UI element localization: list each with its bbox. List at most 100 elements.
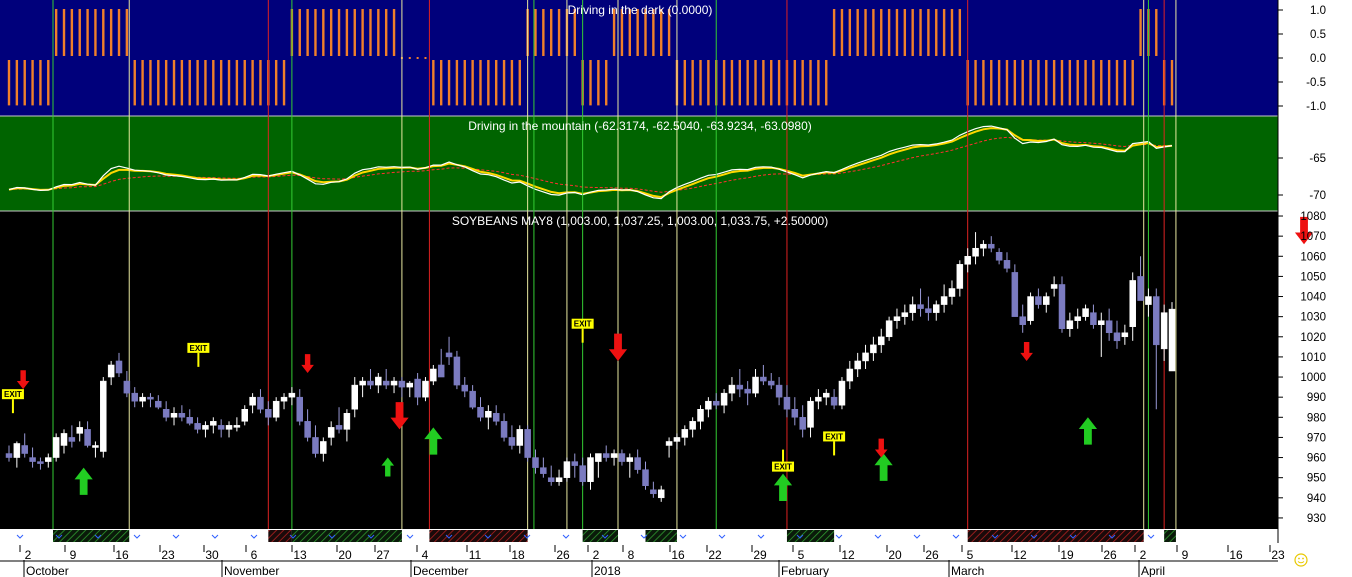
price-y-tick: 1080 (1300, 211, 1326, 223)
oscillator-bar (274, 60, 278, 106)
candle (634, 457, 641, 470)
x-month-label: April (1141, 564, 1165, 577)
candle (492, 413, 500, 422)
candle (830, 396, 838, 406)
x-month-label: November (224, 564, 279, 577)
oscillator-bar (235, 60, 239, 106)
candle (1074, 316, 1081, 321)
candle (807, 400, 814, 428)
candle (728, 384, 736, 394)
exit-label: EXIT (189, 344, 207, 353)
candle (720, 392, 728, 406)
candle (422, 380, 429, 398)
price-y-tick: 1070 (1300, 231, 1326, 243)
price-panel-title: SOYBEANS MAY8 (1,003.00, 1,037.25, 1,003… (452, 214, 828, 228)
exit-label: EXIT (774, 463, 792, 472)
oscillator-bar (455, 60, 459, 106)
price-y-tick: 970 (1307, 432, 1326, 444)
x-day-label: 20 (338, 548, 352, 562)
candle (744, 388, 751, 394)
oscillator-bar (927, 9, 930, 56)
candle (257, 396, 264, 410)
x-day-label: 4 (422, 548, 429, 562)
candle (52, 437, 60, 458)
oscillator-bar (117, 9, 121, 56)
oscillator-bar (487, 60, 490, 106)
x-day-label: 12 (841, 548, 855, 562)
short-signal-hatch (268, 530, 292, 542)
exit-label: EXIT (574, 320, 592, 329)
oscillator-bar (377, 9, 380, 56)
mountain-y-tick: -65 (1309, 153, 1326, 165)
price-y-tick: 1060 (1300, 251, 1326, 263)
candle (657, 489, 665, 499)
candle (681, 429, 689, 438)
oscillator-bar (864, 9, 867, 56)
candle (123, 380, 131, 394)
candle (571, 461, 579, 466)
oscillator-bar (251, 60, 254, 106)
candle (712, 400, 720, 406)
candle (650, 489, 657, 495)
candle (948, 288, 956, 297)
x-day-label: 5 (798, 548, 805, 562)
oscillator-bar (337, 9, 341, 56)
oscillator-bar (1068, 60, 1072, 106)
price-y-tick: 1030 (1300, 312, 1326, 324)
oscillator-bar (817, 60, 820, 106)
long-signal-hatch (53, 530, 130, 542)
candle (1011, 272, 1019, 317)
candle (382, 380, 390, 386)
candle (1003, 260, 1011, 269)
oscillator-bar (23, 60, 26, 106)
x-day-label: 23 (1271, 548, 1285, 562)
oscillator-bar (1029, 60, 1032, 106)
long-signal-hatch (291, 530, 402, 542)
price-y-tick: 1020 (1300, 332, 1326, 344)
x-month-label: March (951, 564, 984, 577)
candle (940, 296, 948, 305)
exit-label: EXIT (4, 390, 22, 399)
oscillator-bar (384, 9, 388, 56)
oscillator-bar (762, 60, 765, 106)
oscillator-bar (15, 60, 19, 106)
mountain-y-tick: -70 (1309, 190, 1326, 202)
candle (437, 364, 445, 378)
oscillator-bar (369, 9, 372, 56)
candle (288, 392, 296, 398)
long-signal-hatch (1164, 530, 1176, 542)
x-day-label: 22 (708, 548, 722, 562)
smiley-icon[interactable] (1294, 553, 1308, 567)
oscillator-bar (840, 9, 844, 56)
price-y-tick: 940 (1307, 493, 1326, 505)
price-y-tick: 1000 (1300, 372, 1326, 384)
candle (1145, 296, 1152, 305)
candle (1058, 284, 1066, 329)
oscillator-bar (463, 60, 466, 106)
candle (901, 312, 909, 317)
candle (500, 421, 508, 438)
candle (320, 441, 327, 454)
oscillator-bar (39, 60, 42, 106)
candle (477, 406, 484, 418)
candle (13, 443, 21, 458)
x-day-label: 5 (967, 548, 974, 562)
oscillator-bar (722, 60, 726, 106)
oscillator-bar (809, 60, 812, 106)
oscillator-bar (172, 60, 176, 106)
candle (131, 392, 138, 402)
oscillator-bar (895, 9, 899, 56)
candle (618, 453, 626, 462)
x-month-label: February (781, 564, 829, 577)
oscillator-bar (990, 60, 993, 106)
dark-y-tick: -0.5 (1306, 77, 1326, 89)
candle (799, 417, 806, 430)
candle (602, 453, 610, 458)
oscillator-bar (133, 60, 136, 106)
candle (1113, 332, 1121, 342)
oscillator-bar (259, 60, 262, 106)
oscillator-bar (848, 9, 852, 56)
candle (312, 437, 319, 454)
candle (642, 469, 649, 486)
candle (689, 421, 696, 430)
